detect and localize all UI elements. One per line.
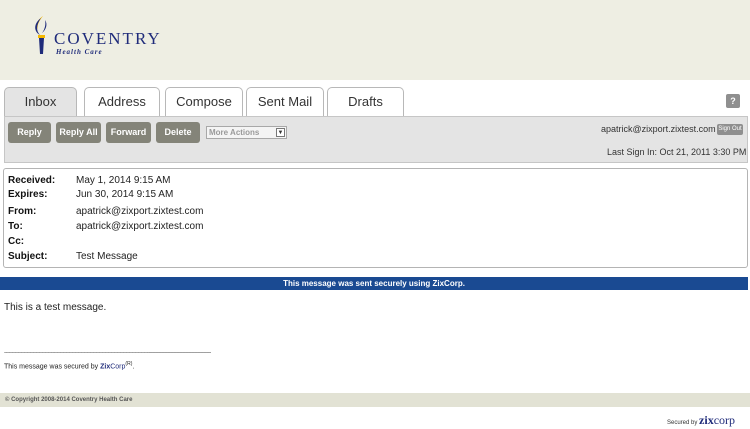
help-button[interactable]: ?	[726, 94, 740, 108]
sign-out-button[interactable]: Sign Out	[717, 124, 743, 135]
delete-button[interactable]: Delete	[156, 122, 200, 143]
tab-inbox[interactable]: Inbox	[4, 87, 77, 117]
received-value: May 1, 2014 9:15 AM	[76, 175, 171, 186]
tab-compose[interactable]: Compose	[165, 87, 243, 117]
user-email: apatrick@zixport.zixtest.com	[601, 124, 716, 134]
tab-drafts[interactable]: Drafts	[327, 87, 404, 117]
secured-by-prefix: This message was secured by	[4, 363, 101, 371]
secured-by-line: This message was secured by ZixCorp(R).	[4, 361, 134, 370]
cc-label: Cc:	[8, 236, 25, 247]
from-label: From:	[8, 206, 37, 217]
brand-name: COVENTRY	[54, 29, 162, 48]
tab-address[interactable]: Address	[84, 87, 160, 117]
reply-all-button[interactable]: Reply All	[56, 122, 101, 143]
secured-by-suffix: .	[132, 363, 135, 371]
toolbar: Reply Reply All Forward Delete More Acti…	[4, 116, 748, 163]
message-body: This is a test message.	[4, 302, 107, 313]
received-label: Received:	[8, 175, 56, 186]
secured-badge-prefix: Secured by	[667, 420, 698, 426]
header: COVENTRY Health Care	[0, 0, 750, 80]
brand-subtitle: Health Care	[56, 48, 103, 56]
torch-logo-icon	[35, 16, 47, 54]
secured-by-zixcorp-badge[interactable]: Secured by zixcorp	[667, 413, 735, 428]
tab-sent-mail[interactable]: Sent Mail	[246, 87, 324, 117]
subject-label: Subject:	[8, 251, 48, 262]
to-value: apatrick@zixport.zixtest.com	[76, 221, 204, 232]
more-actions-select[interactable]: More Actions ▼	[206, 126, 287, 139]
last-sign-in: Last Sign In: Oct 21, 2011 3:30 PM	[607, 147, 747, 157]
coventry-logo: COVENTRY Health Care	[30, 14, 170, 64]
zixcorp-logo-rest: corp	[713, 413, 736, 427]
signature-separator: ----------------------------------------…	[4, 350, 211, 356]
to-label: To:	[8, 221, 23, 232]
reply-button[interactable]: Reply	[8, 122, 51, 143]
zix-brand-rest: Corp	[110, 363, 126, 371]
forward-button[interactable]: Forward	[106, 122, 151, 143]
zixcorp-logo: zixcorp	[699, 413, 735, 427]
chevron-down-icon: ▼	[276, 128, 285, 137]
zixcorp-logo-bold: zix	[699, 413, 714, 427]
zix-brand-bold: Zix	[100, 363, 111, 371]
more-actions-label: More Actions	[209, 128, 260, 137]
message-header-box: Received: May 1, 2014 9:15 AM Expires: J…	[3, 168, 748, 268]
subject-value: Test Message	[76, 251, 138, 262]
copyright-bar: © Copyright 2008-2014 Coventry Health Ca…	[0, 393, 750, 407]
expires-value: Jun 30, 2014 9:15 AM	[76, 189, 174, 200]
from-value: apatrick@zixport.zixtest.com	[76, 206, 204, 217]
secure-banner: This message was sent securely using Zix…	[0, 277, 748, 290]
expires-label: Expires:	[8, 189, 48, 200]
